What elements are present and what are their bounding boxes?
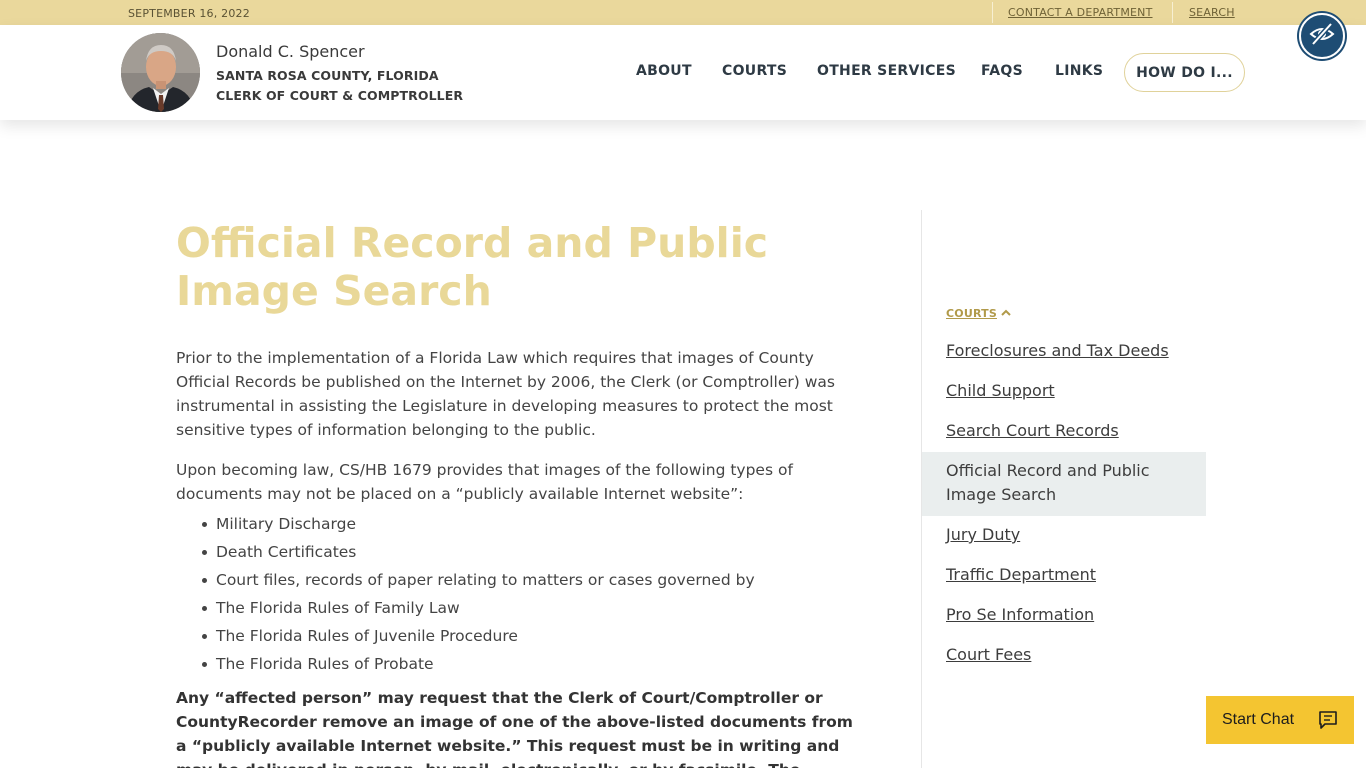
sidebar-item-jury-duty[interactable]: Jury Duty xyxy=(946,523,1020,547)
sidebar-item-court-fees[interactable]: Court Fees xyxy=(946,643,1031,667)
contact-department-link[interactable]: CONTACT A DEPARTMENT xyxy=(1008,6,1153,19)
nav-about[interactable]: ABOUT xyxy=(636,63,692,79)
sidebar-heading-courts[interactable]: COURTS xyxy=(946,307,1011,320)
office-title: CLERK OF COURT & COMPTROLLER xyxy=(216,88,464,103)
list-item: Military Discharge xyxy=(202,510,755,538)
affected-person-paragraph: Any “affected person” may request that t… xyxy=(176,689,853,768)
nav-links[interactable]: LINKS xyxy=(1055,63,1103,79)
restricted-documents-list: Military Discharge Death Certificates Co… xyxy=(202,510,755,678)
accessibility-button[interactable] xyxy=(1299,13,1345,59)
nav-courts[interactable]: COURTS xyxy=(722,63,787,79)
list-item: The Florida Rules of Juvenile Procedure xyxy=(202,622,755,650)
clerk-portrait xyxy=(121,33,200,112)
list-item: The Florida Rules of Probate xyxy=(202,650,755,678)
intro-paragraph: Prior to the implementation of a Florida… xyxy=(176,349,835,439)
clerk-name: Donald C. Spencer xyxy=(216,42,365,61)
chat-label: Start Chat xyxy=(1222,711,1295,728)
chevron-up-icon xyxy=(1001,307,1011,320)
current-date: SEPTEMBER 16, 2022 xyxy=(128,7,250,20)
sidebar-item-search-court-records[interactable]: Search Court Records xyxy=(946,419,1119,443)
sidebar-heading-label: COURTS xyxy=(946,307,997,320)
page-title: Official Record and Public Image Search xyxy=(176,219,769,315)
topbar-divider xyxy=(992,2,993,23)
list-item: Death Certificates xyxy=(202,538,755,566)
site-header: Donald C. Spencer SANTA ROSA COUNTY, FLO… xyxy=(0,25,1366,120)
sidebar-item-child-support[interactable]: Child Support xyxy=(946,379,1055,403)
sidebar-item-foreclosures[interactable]: Foreclosures and Tax Deeds xyxy=(946,339,1169,363)
nav-other-services[interactable]: OTHER SERVICES xyxy=(817,63,956,79)
list-item: Court files, records of paper relating t… xyxy=(202,566,755,594)
sidebar-item-traffic[interactable]: Traffic Department xyxy=(946,563,1096,587)
top-utility-bar: SEPTEMBER 16, 2022 CONTACT A DEPARTMENT … xyxy=(0,0,1366,25)
list-item: The Florida Rules of Family Law xyxy=(202,594,755,622)
start-chat-button[interactable]: Start Chat xyxy=(1206,696,1354,744)
chat-bubble-icon xyxy=(1318,711,1338,734)
county-label: SANTA ROSA COUNTY, FLORIDA xyxy=(216,68,439,83)
topbar-divider xyxy=(1172,2,1173,23)
sidebar-item-pro-se[interactable]: Pro Se Information xyxy=(946,603,1094,627)
topbar-search-link[interactable]: SEARCH xyxy=(1189,6,1235,19)
sidebar-item-official-record[interactable]: Official Record and Public Image Search xyxy=(922,452,1206,516)
law-paragraph: Upon becoming law, CS/HB 1679 provides t… xyxy=(176,461,793,503)
how-do-i-button[interactable]: HOW DO I... xyxy=(1124,53,1245,92)
eye-slash-icon xyxy=(1309,21,1335,51)
sidebar-item-label: Official Record and Public Image Search xyxy=(946,461,1150,504)
nav-faqs[interactable]: FAQS xyxy=(981,63,1023,79)
